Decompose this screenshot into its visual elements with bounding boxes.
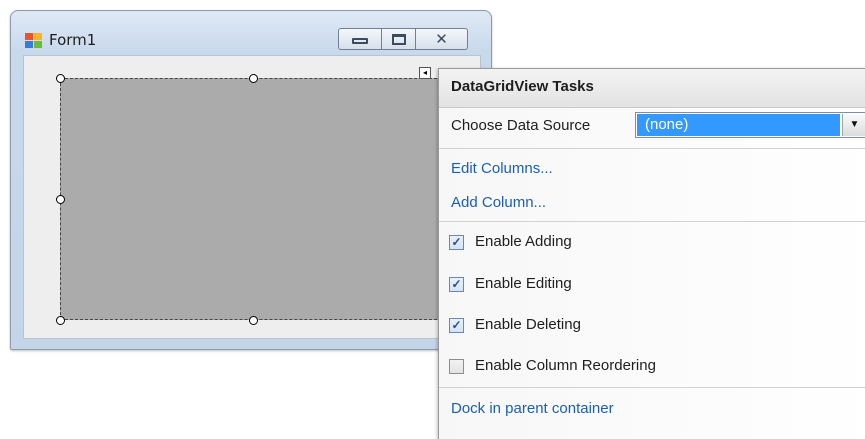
enable-column-reordering-checkbox[interactable] [449,359,464,374]
separator [439,387,865,388]
enable-deleting-checkbox[interactable]: ✓ [449,318,464,333]
enable-deleting-label: Enable Deleting [475,316,581,333]
maximize-icon [391,33,406,45]
separator [439,221,865,222]
enable-adding-checkbox[interactable]: ✓ [449,235,464,250]
datagridview-tasks-panel: DataGridView Tasks Choose Data Source (n… [438,68,865,439]
enable-editing-label: Enable Editing [475,275,572,292]
form-app-icon [25,33,42,48]
tasks-panel-title: DataGridView Tasks [451,78,594,95]
title-bar[interactable]: Form1 ✕ [11,11,491,55]
datagridview-control[interactable] [60,78,442,320]
add-column-link[interactable]: Add Column... [451,194,546,211]
choose-data-source-label: Choose Data Source [451,117,591,134]
data-source-dropdown[interactable]: (none) ▼ [635,112,865,138]
resize-handle-bottom-left[interactable] [56,316,65,325]
enable-adding-label: Enable Adding [475,233,572,250]
dock-in-parent-container-link[interactable]: Dock in parent container [451,400,614,417]
edit-columns-link[interactable]: Edit Columns... [451,160,553,177]
minimize-icon [352,38,368,44]
data-source-value: (none) [637,114,840,136]
resize-handle-top-left[interactable] [56,74,65,83]
tasks-panel-header: DataGridView Tasks [439,69,865,108]
close-icon: ✕ [435,29,448,48]
enable-editing-checkbox[interactable]: ✓ [449,277,464,292]
chevron-down-icon[interactable]: ▼ [842,114,865,136]
window-title: Form1 [49,31,97,49]
resize-handle-left[interactable] [56,195,65,204]
maximize-button[interactable] [382,28,416,50]
minimize-button[interactable] [338,28,382,50]
smart-tag-arrow-icon[interactable]: ◂ [419,67,431,79]
separator [439,148,865,149]
enable-column-reordering-label: Enable Column Reordering [475,357,656,374]
resize-handle-top[interactable] [249,74,258,83]
resize-handle-bottom[interactable] [249,316,258,325]
close-button[interactable]: ✕ [416,28,468,50]
